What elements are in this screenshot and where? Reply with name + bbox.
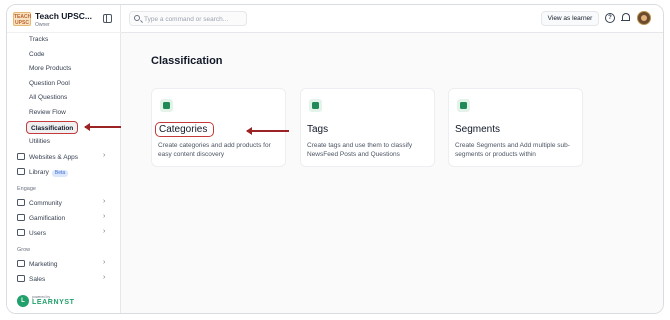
user-role: Owner bbox=[35, 22, 50, 28]
brand-logo: TEACH UPSC bbox=[13, 12, 32, 26]
app-window: TEACH UPSC Teach UPSC... Owner Tracks Co… bbox=[6, 4, 664, 314]
learnyst-wordmark: LEARNYST bbox=[32, 299, 75, 306]
help-icon[interactable]: ? bbox=[605, 13, 615, 23]
segments-icon bbox=[457, 99, 470, 112]
search-icon bbox=[134, 15, 140, 21]
sidebar-item-label: Gamification bbox=[29, 215, 66, 222]
command-search[interactable] bbox=[129, 11, 247, 26]
sidebar-item-label: Community bbox=[29, 200, 62, 207]
chevron-right-icon: › bbox=[103, 274, 106, 281]
megaphone-icon bbox=[17, 260, 25, 267]
section-label-grow: Grow bbox=[17, 247, 31, 253]
sidebar-item-library[interactable]: Library Beta bbox=[17, 168, 69, 177]
sidebar: TEACH UPSC Teach UPSC... Owner Tracks Co… bbox=[7, 5, 123, 313]
sidebar-item-gamification[interactable]: Gamification bbox=[17, 214, 65, 222]
tag-icon bbox=[17, 275, 25, 282]
sidebar-item-classification[interactable]: Classification bbox=[26, 121, 78, 134]
bell-icon[interactable] bbox=[621, 13, 630, 23]
gamepad-icon bbox=[17, 214, 25, 221]
sidebar-item-all-questions[interactable]: All Questions bbox=[29, 94, 67, 101]
annotation-arrow-sidebar bbox=[84, 123, 123, 130]
card-title: Tags bbox=[307, 124, 329, 135]
sidebar-item-community[interactable]: Community bbox=[17, 199, 62, 207]
learnyst-badge-icon: L bbox=[17, 295, 29, 307]
library-icon bbox=[17, 168, 25, 175]
sidebar-item-label: Library bbox=[29, 169, 49, 176]
school-name: Teach UPSC... bbox=[35, 11, 92, 21]
sidebar-item-users[interactable]: Users bbox=[17, 229, 46, 237]
main-content: Classification Categories Create categor… bbox=[121, 33, 663, 313]
monitor-icon bbox=[17, 153, 25, 160]
sidebar-item-utilities[interactable]: Utilities bbox=[29, 138, 50, 145]
sidebar-item-websites-apps[interactable]: Websites & Apps bbox=[17, 153, 78, 161]
card-segments[interactable]: Segments Create Segments and Add multipl… bbox=[448, 88, 583, 167]
user-icon bbox=[17, 229, 25, 236]
section-label-engage: Engage bbox=[17, 186, 36, 192]
avatar[interactable] bbox=[637, 11, 651, 25]
community-icon bbox=[17, 199, 25, 206]
chevron-right-icon: › bbox=[103, 228, 106, 235]
brand-header[interactable]: TEACH UPSC Teach UPSC... Owner bbox=[7, 5, 121, 33]
chevron-right-icon: › bbox=[103, 152, 106, 159]
card-categories[interactable]: Categories Create categories and add pro… bbox=[151, 88, 286, 167]
card-title: Categories bbox=[155, 122, 215, 137]
chevron-right-icon: › bbox=[103, 259, 106, 266]
card-description: Create categories and add products for e… bbox=[158, 142, 271, 158]
page-title: Classification bbox=[151, 55, 223, 67]
sidebar-item-label: Users bbox=[29, 230, 46, 237]
tag-icon bbox=[309, 99, 322, 112]
sidebar-item-code[interactable]: Code bbox=[29, 51, 45, 58]
sidebar-item-question-pool[interactable]: Question Pool bbox=[29, 80, 70, 87]
chevron-right-icon: › bbox=[103, 198, 106, 205]
sidebar-item-label: Marketing bbox=[29, 261, 58, 268]
sidebar-item-label: Websites & Apps bbox=[29, 154, 79, 161]
chevron-right-icon: › bbox=[103, 213, 106, 220]
layers-icon bbox=[160, 99, 173, 112]
topbar: View as learner ? bbox=[121, 5, 663, 33]
beta-badge: Beta bbox=[51, 170, 69, 177]
card-description: Create Segments and Add multiple sub-seg… bbox=[455, 142, 570, 158]
sidebar-item-more-products[interactable]: More Products bbox=[29, 65, 71, 72]
card-title: Segments bbox=[455, 124, 501, 135]
sidebar-item-tracks[interactable]: Tracks bbox=[29, 36, 48, 43]
sidebar-item-sales[interactable]: Sales bbox=[17, 275, 45, 283]
sidebar-collapse-icon[interactable] bbox=[103, 14, 112, 23]
card-tags[interactable]: Tags Create tags and use them to classif… bbox=[300, 88, 435, 167]
sidebar-item-label: Sales bbox=[29, 276, 46, 283]
view-as-learner-button[interactable]: View as learner bbox=[541, 11, 599, 26]
card-description: Create tags and use them to classify New… bbox=[307, 142, 413, 158]
search-input[interactable] bbox=[144, 13, 244, 25]
sidebar-item-marketing[interactable]: Marketing bbox=[17, 260, 58, 268]
annotation-arrow-categories bbox=[246, 127, 289, 134]
sidebar-item-review-flow[interactable]: Review Flow bbox=[29, 109, 66, 116]
